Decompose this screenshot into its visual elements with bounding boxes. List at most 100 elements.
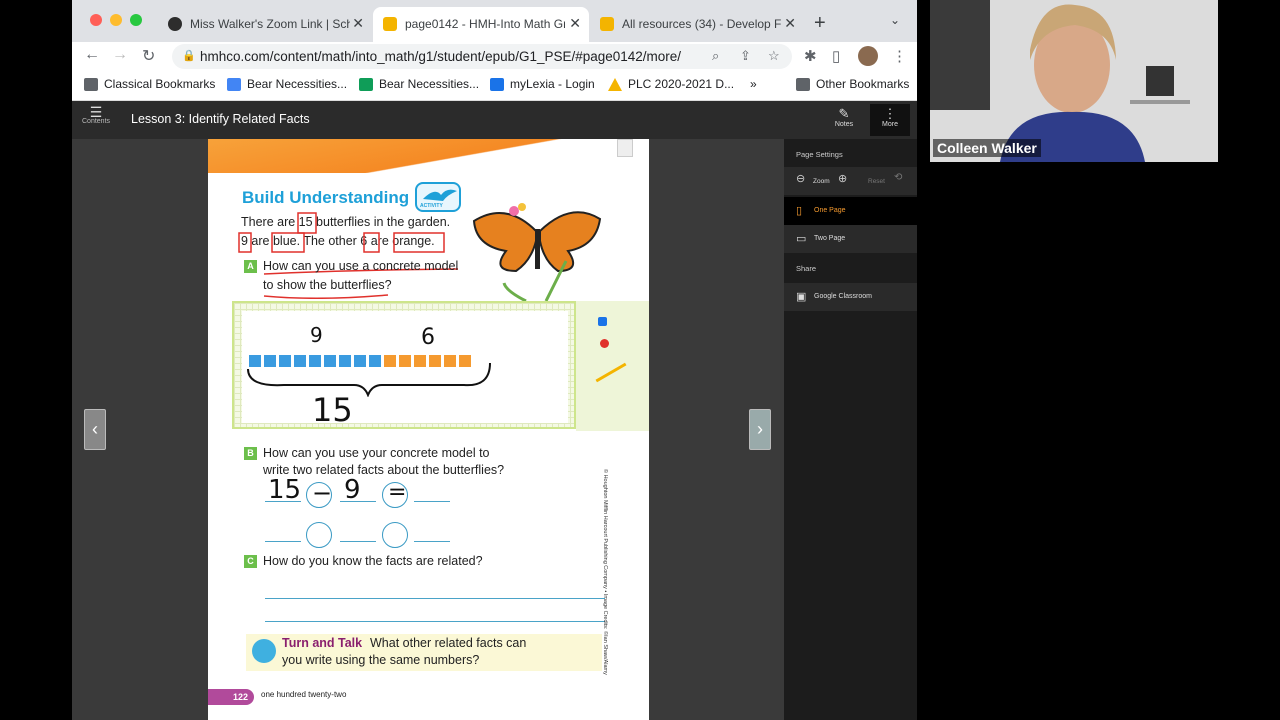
- browser-toolbar: ← → ↻ 🔒 hmhco.com/content/math/into_math…: [72, 42, 917, 71]
- answer-blank[interactable]: [340, 501, 376, 502]
- page-viewer: ‹ › Build Understanding ACTIVITY There a…: [72, 139, 784, 720]
- notes-button[interactable]: ✎ Notes: [824, 106, 864, 129]
- zoom-row: ⊖ Zoom ⊕ Reset ⟲: [784, 167, 917, 195]
- more-vertical-icon: ⋮: [883, 106, 897, 121]
- more-button[interactable]: ⋮ More: [870, 104, 910, 136]
- answer-blank[interactable]: [265, 501, 301, 502]
- answer-blank[interactable]: [265, 541, 301, 542]
- textbook-page: Build Understanding ACTIVITY There are 1…: [208, 139, 649, 720]
- step-c-line: How do you know the facts are related?: [263, 554, 483, 568]
- share-heading: Share: [796, 264, 817, 273]
- step-a-line-1: How can you use a concrete model: [263, 259, 459, 273]
- bookmark-item[interactable]: PLC 2020-2021 D...: [608, 77, 734, 91]
- equals-circle[interactable]: [382, 522, 408, 548]
- tab-favicon-icon: [383, 17, 397, 31]
- tab-favicon-icon: [600, 17, 614, 31]
- browser-window: Miss Walker's Zoom Link | Sch ✕ page0142…: [72, 0, 917, 720]
- zoom-in-icon[interactable]: ⊕: [838, 172, 847, 185]
- folder-icon: [796, 78, 810, 91]
- one-page-option[interactable]: ▯ One Page: [784, 197, 917, 225]
- bookmarks-bar: Classical Bookmarks Bear Necessities... …: [72, 71, 917, 101]
- turn-and-talk-line-2: you write using the same numbers?: [282, 653, 480, 667]
- bookmark-item[interactable]: Bear Necessities...: [359, 77, 479, 91]
- red-counter-tool-icon[interactable]: [600, 339, 609, 348]
- other-bookmarks-folder[interactable]: Other Bookmarks: [796, 77, 909, 91]
- browser-tab[interactable]: Miss Walker's Zoom Link | Sch ✕: [158, 7, 372, 42]
- back-arrow-icon[interactable]: ←: [84, 46, 100, 64]
- chevron-left-icon: ‹: [92, 419, 98, 439]
- search-icon[interactable]: ⌕: [712, 48, 719, 64]
- address-bar[interactable]: 🔒 hmhco.com/content/math/into_math/g1/st…: [172, 44, 792, 69]
- google-classroom-icon: ▣: [796, 291, 807, 303]
- bookmark-item[interactable]: myLexia - Login: [490, 77, 595, 91]
- step-c-badge: C: [244, 555, 257, 568]
- step-b-line-1: How can you use your concrete model to: [263, 446, 490, 460]
- bookmark-folder[interactable]: Classical Bookmarks: [84, 77, 215, 91]
- contents-button[interactable]: ☰ Contents: [82, 104, 110, 125]
- tab-search-button[interactable]: ⌄: [890, 13, 900, 27]
- docs-icon: [227, 78, 241, 91]
- handwritten-brace: [247, 362, 491, 397]
- zoom-out-icon[interactable]: ⊖: [796, 172, 805, 185]
- video-feed: Colleen Walker: [930, 0, 1218, 162]
- lesson-title: Lesson 3: Identify Related Facts: [131, 112, 310, 126]
- new-tab-button[interactable]: +: [814, 12, 826, 35]
- answer-blank[interactable]: [414, 541, 450, 542]
- single-page-icon: ▯: [796, 205, 803, 217]
- tab-title: All resources (34) - Develop Fl: [622, 17, 782, 31]
- rotate-icon[interactable]: ⟲: [894, 172, 902, 183]
- handwritten-equals: =: [388, 480, 407, 505]
- forward-arrow-icon[interactable]: →: [112, 46, 128, 64]
- operator-circle[interactable]: [306, 522, 332, 548]
- two-page-option[interactable]: ▭ Two Page: [784, 225, 917, 253]
- url-text: hmhco.com/content/math/into_math/g1/stud…: [200, 49, 682, 64]
- sheets-icon: [359, 78, 373, 91]
- participant-name: Colleen Walker: [933, 139, 1041, 157]
- browser-tab[interactable]: All resources (34) - Develop Fl ✕: [590, 7, 804, 42]
- pencil-tool-icon[interactable]: [595, 362, 627, 383]
- tab-bar: Miss Walker's Zoom Link | Sch ✕ page0142…: [72, 0, 917, 42]
- browser-menu-icon[interactable]: ⋮: [892, 47, 907, 65]
- reload-icon[interactable]: ↻: [142, 46, 155, 66]
- browser-tab-active[interactable]: page0142 - HMH-Into Math Gr ✕: [373, 7, 589, 42]
- share-icon[interactable]: ⇪: [740, 48, 751, 64]
- tab-favicon-icon: [168, 17, 182, 31]
- answer-line[interactable]: [265, 598, 605, 599]
- tab-title: Miss Walker's Zoom Link | Sch: [190, 17, 350, 31]
- close-window-button[interactable]: [90, 14, 102, 26]
- side-panel-icon[interactable]: ▯: [832, 47, 840, 65]
- handwritten-six: 6: [421, 325, 435, 350]
- maximize-window-button[interactable]: [130, 14, 142, 26]
- zoom-reset-button[interactable]: Reset: [868, 178, 885, 185]
- talk-bubbles-icon: [252, 639, 276, 663]
- profile-avatar[interactable]: [858, 46, 878, 66]
- lock-icon: 🔒: [182, 50, 196, 62]
- google-classroom-option[interactable]: ▣ Google Classroom: [784, 283, 917, 311]
- answer-line[interactable]: [265, 621, 605, 622]
- blue-cube-tool-icon[interactable]: [598, 317, 607, 326]
- step-a-line-2: to show the butterflies?: [263, 278, 392, 292]
- previous-page-button[interactable]: ‹: [84, 409, 106, 450]
- close-tab-icon[interactable]: ✕: [352, 15, 364, 32]
- next-page-button[interactable]: ›: [749, 409, 771, 450]
- participant-video: [930, 0, 1218, 162]
- ebook-header: ☰ Contents Lesson 3: Identify Related Fa…: [72, 101, 917, 139]
- edit-note-icon: ✎: [838, 106, 850, 121]
- copyright-credit: © Houghton Mifflin Harcourt Publishing C…: [602, 469, 608, 675]
- bookmark-star-icon[interactable]: ☆: [768, 48, 780, 64]
- step-a-badge: A: [244, 260, 257, 273]
- page-number-words: one hundred twenty-two: [261, 690, 347, 699]
- answer-blank[interactable]: [414, 501, 450, 502]
- two-page-icon: ▭: [796, 233, 807, 245]
- extensions-icon[interactable]: ✱: [804, 47, 817, 65]
- minimize-window-button[interactable]: [110, 14, 122, 26]
- step-b-badge: B: [244, 447, 257, 460]
- hamburger-icon: ☰: [89, 104, 103, 120]
- bookmark-item[interactable]: Bear Necessities...: [227, 77, 347, 91]
- answer-blank[interactable]: [340, 541, 376, 542]
- handwritten-minus: −: [312, 479, 333, 507]
- close-tab-icon[interactable]: ✕: [784, 15, 796, 32]
- folder-icon: [84, 78, 98, 91]
- bookmarks-overflow-button[interactable]: »: [750, 77, 757, 91]
- close-tab-icon[interactable]: ✕: [569, 15, 581, 32]
